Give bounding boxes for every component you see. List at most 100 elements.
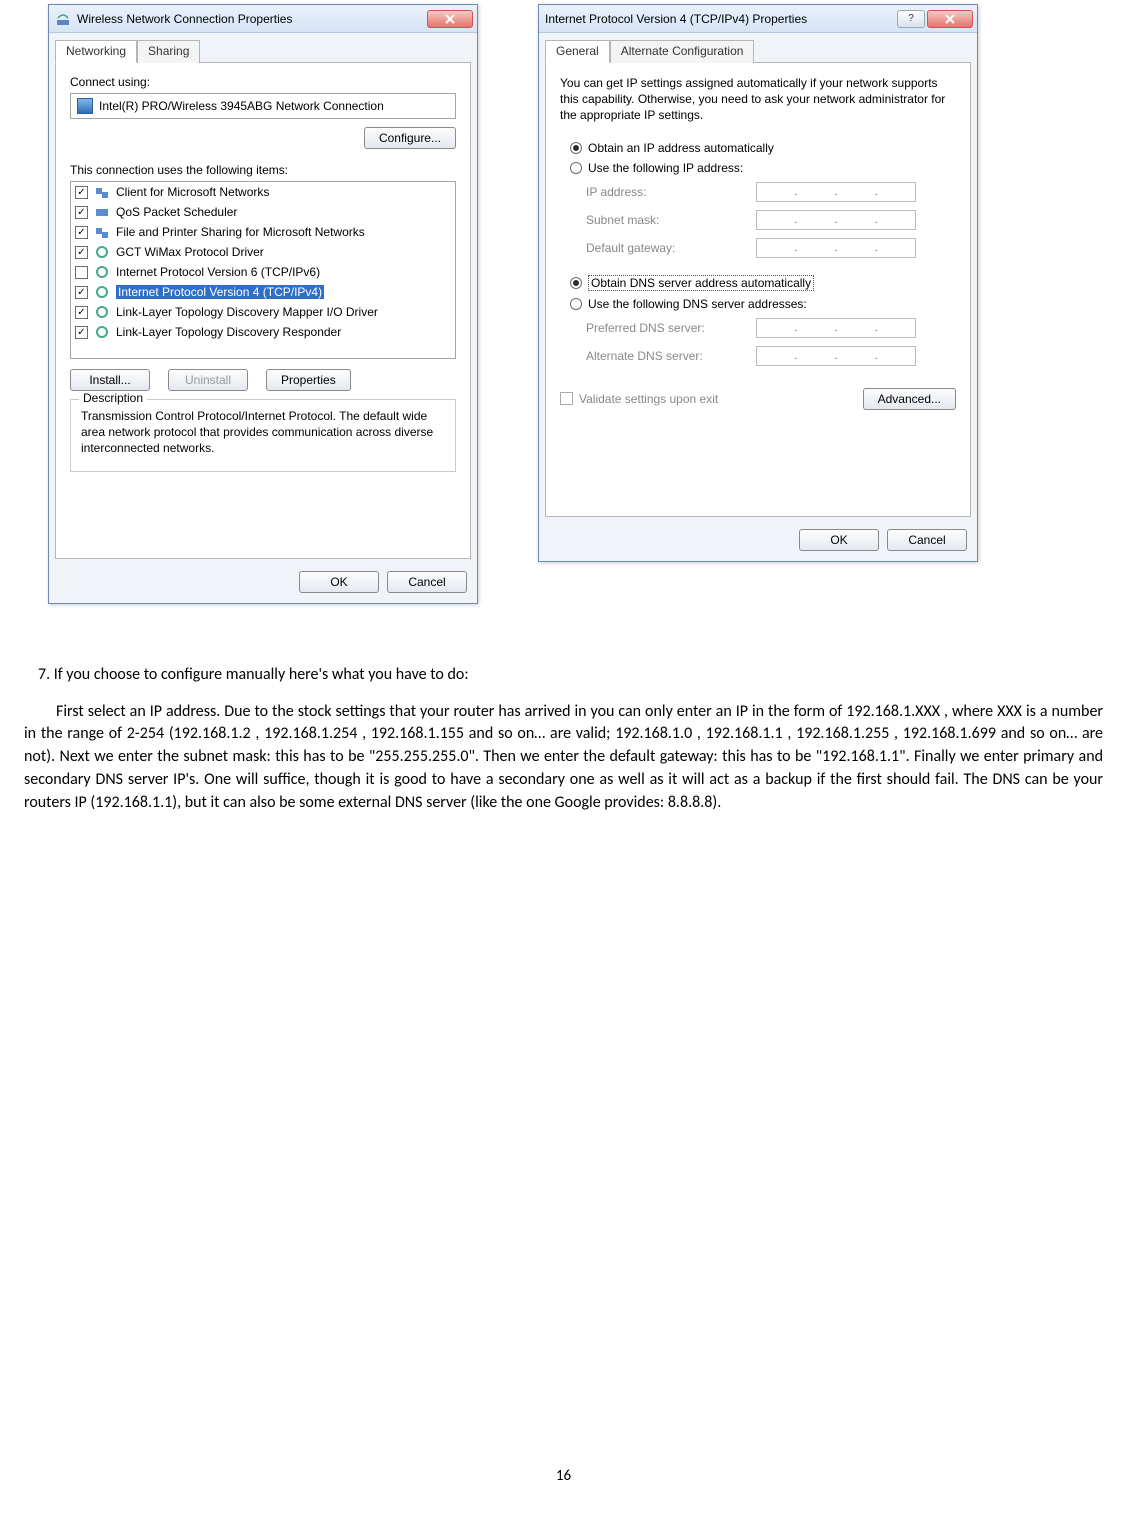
advanced-button[interactable]: Advanced... [863,388,956,410]
protocol-icon [94,184,110,200]
dialog-title: Internet Protocol Version 4 (TCP/IPv4) P… [545,12,897,26]
close-icon[interactable] [427,10,473,28]
checkbox[interactable] [75,306,88,319]
tcpip-properties-dialog: Internet Protocol Version 4 (TCP/IPv4) P… [538,4,978,562]
adapter-name: Intel(R) PRO/Wireless 3945ABG Network Co… [99,99,384,113]
radio-label: Obtain DNS server address automatically [588,275,814,291]
list-item[interactable]: QoS Packet Scheduler [71,202,455,222]
install-button[interactable]: Install... [70,369,150,391]
radio-icon [570,298,582,310]
radio-dns-manual[interactable]: Use the following DNS server addresses: [570,297,956,311]
protocol-icon [94,304,110,320]
protocol-icon [94,224,110,240]
cancel-button[interactable]: Cancel [387,571,467,593]
list-item-label: Client for Microsoft Networks [116,185,269,199]
close-icon[interactable] [927,10,973,28]
alternate-dns-input: ... [756,346,916,366]
subnet-input: ... [756,210,916,230]
cancel-button[interactable]: Cancel [887,529,967,551]
validate-label: Validate settings upon exit [579,392,718,406]
checkbox[interactable] [75,286,88,299]
protocol-icon [94,284,110,300]
list-item-label: GCT WiMax Protocol Driver [116,245,264,259]
radio-label: Use the following IP address: [588,161,743,175]
list-item[interactable]: Internet Protocol Version 4 (TCP/IPv4) [71,282,455,302]
preferred-dns-row: Preferred DNS server: ... [586,318,956,338]
protocol-icon [94,244,110,260]
properties-button[interactable]: Properties [266,369,351,391]
preferred-dns-input: ... [756,318,916,338]
radio-icon [570,277,582,289]
titlebar: Wireless Network Connection Properties [49,5,477,33]
alternate-dns-label: Alternate DNS server: [586,349,756,363]
connect-using-label: Connect using: [70,75,456,89]
protocol-icon [94,264,110,280]
instructions-block: 7. If you choose to configure manually h… [20,664,1107,814]
help-icon[interactable]: ? [897,10,925,28]
instruction-step: 7. If you choose to configure manually h… [24,664,1103,687]
list-item[interactable]: Internet Protocol Version 6 (TCP/IPv6) [71,262,455,282]
description-text: Transmission Control Protocol/Internet P… [81,408,445,457]
ip-address-label: IP address: [586,185,756,199]
ip-address-input: ... [756,182,916,202]
tab-body-networking: Connect using: Intel(R) PRO/Wireless 394… [55,62,471,559]
checkbox[interactable] [75,206,88,219]
description-legend: Description [79,391,147,405]
uninstall-button: Uninstall [168,369,248,391]
radio-label: Obtain an IP address automatically [588,141,774,155]
subnet-label: Subnet mask: [586,213,756,227]
gateway-row: Default gateway: ... [586,238,956,258]
list-item[interactable]: GCT WiMax Protocol Driver [71,242,455,262]
tabs: Networking Sharing [49,33,477,62]
checkbox[interactable] [75,186,88,199]
radio-label: Use the following DNS server addresses: [588,297,807,311]
wireless-properties-dialog: Wireless Network Connection Properties N… [48,4,478,604]
configure-button[interactable]: Configure... [364,127,456,149]
titlebar: Internet Protocol Version 4 (TCP/IPv4) P… [539,5,977,33]
list-item[interactable]: File and Printer Sharing for Microsoft N… [71,222,455,242]
radio-ip-auto[interactable]: Obtain an IP address automatically [570,141,956,155]
tab-general[interactable]: General [545,40,610,63]
adapter-field: Intel(R) PRO/Wireless 3945ABG Network Co… [70,93,456,119]
checkbox[interactable] [75,246,88,259]
tab-sharing[interactable]: Sharing [137,40,200,63]
list-item-label: File and Printer Sharing for Microsoft N… [116,225,365,239]
list-item[interactable]: Link-Layer Topology Discovery Responder [71,322,455,342]
gateway-input: ... [756,238,916,258]
ip-address-row: IP address: ... [586,182,956,202]
tab-networking[interactable]: Networking [55,40,137,63]
validate-checkbox[interactable] [560,392,573,405]
gateway-label: Default gateway: [586,241,756,255]
page-number: 16 [0,1467,1127,1485]
radio-ip-manual[interactable]: Use the following IP address: [570,161,956,175]
list-item[interactable]: Client for Microsoft Networks [71,182,455,202]
checkbox[interactable] [75,226,88,239]
description-group: Description Transmission Control Protoco… [70,399,456,472]
radio-icon [570,142,582,154]
list-item[interactable]: Link-Layer Topology Discovery Mapper I/O… [71,302,455,322]
alternate-dns-row: Alternate DNS server: ... [586,346,956,366]
list-item-label: Link-Layer Topology Discovery Responder [116,325,341,339]
protocol-icon [94,204,110,220]
list-item-label: Internet Protocol Version 4 (TCP/IPv4) [116,285,324,299]
radio-icon [570,162,582,174]
subnet-row: Subnet mask: ... [586,210,956,230]
intro-text: You can get IP settings assigned automat… [560,75,956,124]
ok-button[interactable]: OK [299,571,379,593]
list-item-label: Link-Layer Topology Discovery Mapper I/O… [116,305,378,319]
checkbox[interactable] [75,326,88,339]
list-item-label: Internet Protocol Version 6 (TCP/IPv6) [116,265,320,279]
tab-alternate-configuration[interactable]: Alternate Configuration [610,40,755,63]
items-label: This connection uses the following items… [70,163,456,177]
preferred-dns-label: Preferred DNS server: [586,321,756,335]
wireless-icon [55,11,71,27]
protocol-icon [94,324,110,340]
tab-body-general: You can get IP settings assigned automat… [545,62,971,517]
items-list[interactable]: Client for Microsoft Networks QoS Packet … [70,181,456,359]
adapter-icon [77,98,93,114]
ok-button[interactable]: OK [799,529,879,551]
dialog-title: Wireless Network Connection Properties [77,12,427,26]
radio-dns-auto[interactable]: Obtain DNS server address automatically [570,275,956,291]
checkbox[interactable] [75,266,88,279]
tabs: General Alternate Configuration [539,33,977,62]
